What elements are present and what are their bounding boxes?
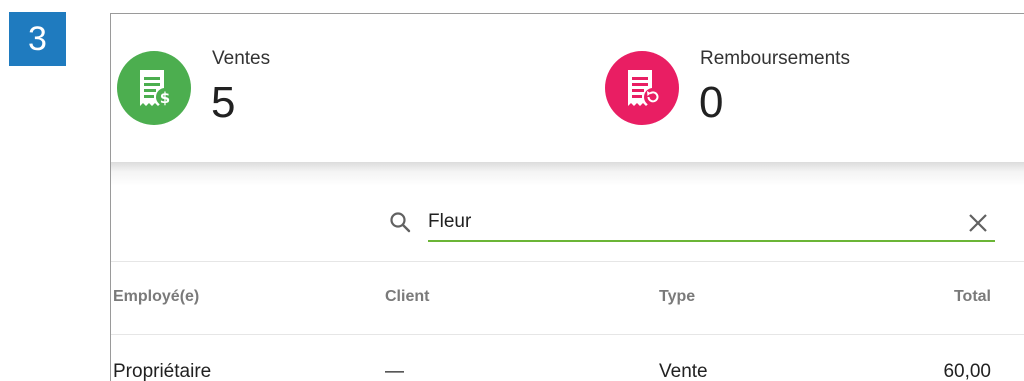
column-header-type[interactable]: Type [659, 288, 695, 306]
section-divider [111, 162, 1024, 186]
svg-text:$: $ [160, 89, 170, 107]
summary-section: $ Ventes 5 Remboursements 0 [111, 14, 1024, 162]
search-input[interactable] [428, 208, 994, 236]
step-number-badge: 3 [9, 12, 66, 66]
refunds-count: 0 [699, 78, 724, 127]
column-header-total[interactable]: Total [954, 288, 991, 306]
receipts-panel: $ Ventes 5 Remboursements 0 Fleur Employ… [110, 13, 1024, 381]
search-icon [390, 212, 411, 233]
table-row[interactable]: Propriétaire — Vente 60,00 [111, 335, 1024, 381]
column-header-employee[interactable]: Employé(e) [113, 288, 199, 306]
close-icon[interactable] [967, 212, 989, 234]
search-bar [111, 186, 1024, 262]
receipt-refund-icon [605, 51, 679, 125]
search-input-underline [428, 240, 995, 242]
table-header: Employé(e) Client Type Total [111, 262, 1024, 335]
sales-label: Ventes [212, 48, 271, 69]
cell-client: — [385, 361, 404, 381]
cell-employee: Propriétaire [113, 361, 212, 381]
cell-type: Vente [659, 361, 708, 381]
column-header-client[interactable]: Client [385, 288, 429, 306]
sales-count: 5 [211, 78, 236, 127]
receipt-dollar-icon: $ [117, 51, 191, 125]
cell-total: 60,00 [943, 361, 991, 381]
refunds-label: Remboursements [700, 48, 850, 69]
